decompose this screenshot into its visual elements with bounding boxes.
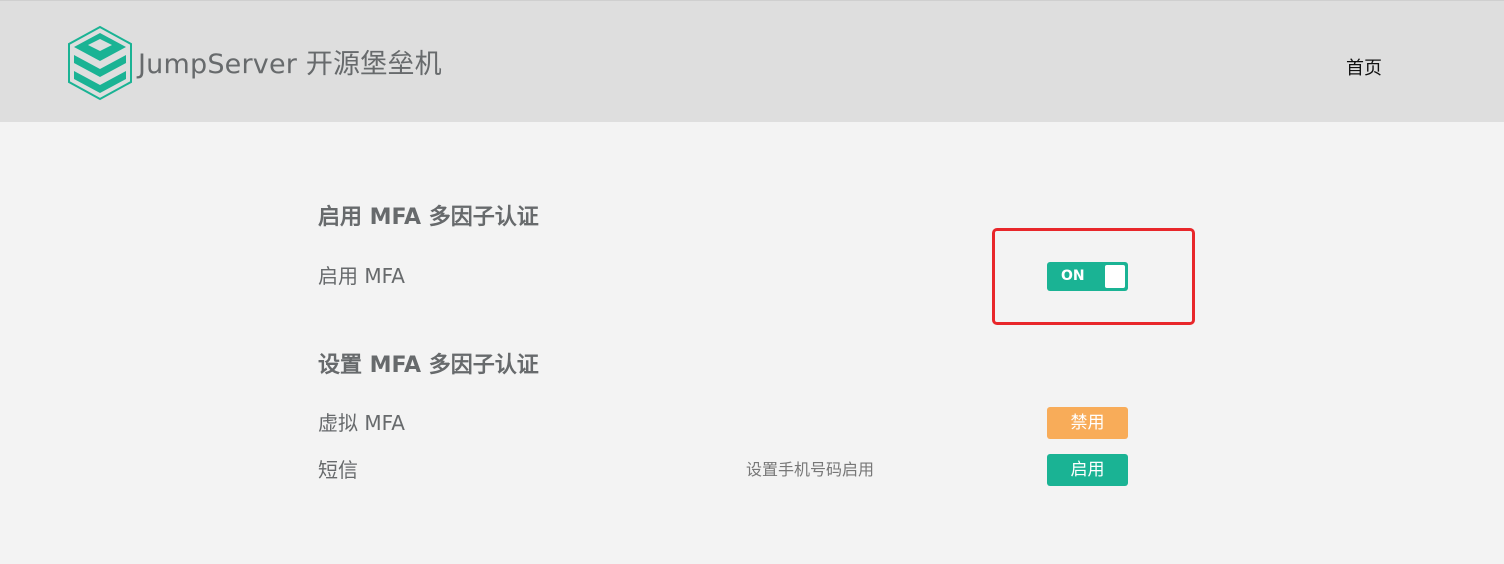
enable-sms-button[interactable]: 启用 (1047, 454, 1128, 486)
toggle-knob (1105, 265, 1125, 288)
enable-mfa-toggle[interactable]: ON (1047, 262, 1128, 291)
brand-title: JumpServer 开源堡垒机 (138, 49, 442, 80)
disable-virtual-mfa-button[interactable]: 禁用 (1047, 407, 1128, 439)
jumpserver-logo-icon (68, 25, 132, 101)
virtual-mfa-label: 虚拟 MFA (318, 411, 405, 435)
nav-home-link[interactable]: 首页 (1346, 57, 1382, 81)
setup-mfa-section-title: 设置 MFA 多因子认证 (318, 353, 539, 378)
enable-mfa-label: 启用 MFA (318, 264, 405, 288)
enable-mfa-section-title: 启用 MFA 多因子认证 (318, 205, 539, 230)
sms-hint-text: 设置手机号码启用 (746, 460, 875, 479)
top-header: JumpServer 开源堡垒机 首页 (0, 0, 1504, 122)
toggle-state-text: ON (1061, 268, 1085, 284)
sms-label: 短信 (318, 458, 358, 482)
